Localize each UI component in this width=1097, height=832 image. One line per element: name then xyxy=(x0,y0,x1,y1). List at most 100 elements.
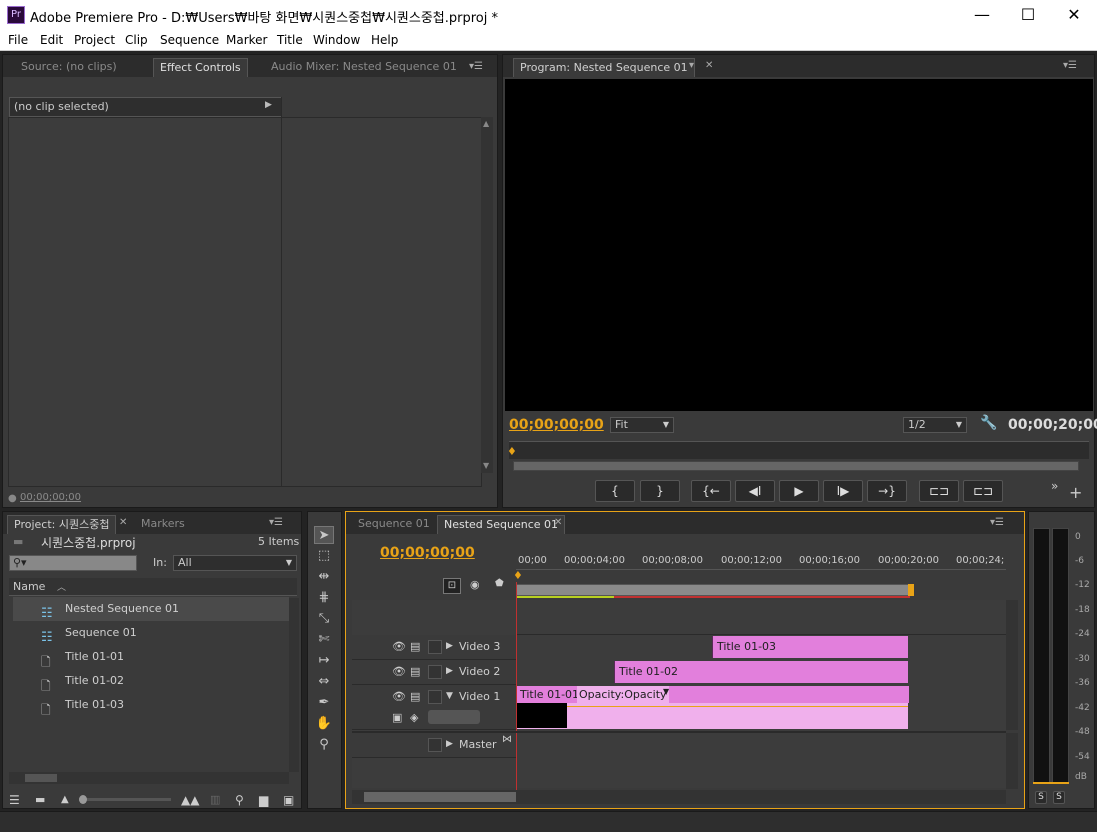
panel-menu-icon[interactable]: ▾☰ xyxy=(269,517,283,528)
project-vertical-scrollbar[interactable] xyxy=(289,598,299,772)
resolution-select[interactable]: 1/2 ▼ xyxy=(903,417,967,433)
close-tab-icon[interactable]: ✕ xyxy=(554,517,562,528)
program-timecode-current[interactable]: 00;00;00;00 xyxy=(509,417,604,433)
wrench-icon[interactable]: 🔧 xyxy=(980,415,997,431)
tab-sequence-01[interactable]: Sequence 01 xyxy=(352,515,436,534)
tab-nested-sequence-01[interactable]: Nested Sequence 01 xyxy=(437,515,566,534)
tab-project[interactable]: Project: 시퀀스중첩 xyxy=(7,515,117,534)
vertical-scrollbar[interactable] xyxy=(481,117,493,473)
panel-menu-icon[interactable]: ▾☰ xyxy=(990,517,1004,528)
video-vertical-scrollbar[interactable] xyxy=(1006,600,1018,730)
rolling-edit-tool-icon[interactable]: ⋕ xyxy=(314,589,334,607)
menu-help[interactable]: Help xyxy=(371,33,398,47)
zoom-slider-handle[interactable] xyxy=(79,795,87,804)
project-item[interactable]: 🗋 Title 01-02 xyxy=(13,669,289,693)
automate-icon[interactable]: ▥ xyxy=(210,793,220,806)
razor-tool-icon[interactable]: ✄ xyxy=(314,631,334,649)
search-input[interactable]: ⚲▾ xyxy=(9,555,137,571)
menu-project[interactable]: Project xyxy=(74,33,115,47)
zoom-out-icon[interactable]: ▲ xyxy=(61,794,69,805)
go-to-out-button[interactable]: →} xyxy=(867,480,907,502)
expand-track-icon[interactable]: ▶ xyxy=(446,641,453,651)
keyframe-icon[interactable]: ◈ xyxy=(410,711,418,724)
chevron-down-icon[interactable]: ▼ xyxy=(663,687,669,696)
maximize-button[interactable]: ☐ xyxy=(1005,0,1051,30)
clip-title-01-02[interactable]: Title 01-02 xyxy=(614,661,908,683)
hand-tool-icon[interactable]: ✋ xyxy=(314,715,334,733)
in-select[interactable]: All ▼ xyxy=(173,555,297,571)
eye-icon[interactable]: 👁 xyxy=(392,665,406,678)
sync-lock-icon[interactable]: ▤ xyxy=(410,665,420,678)
zoom-in-icon[interactable]: ▲▲ xyxy=(181,793,199,807)
pen-tool-icon[interactable]: ✒ xyxy=(314,694,334,712)
scroll-thumb[interactable] xyxy=(25,774,57,782)
more-controls-icon[interactable]: » xyxy=(1051,479,1058,493)
eye-icon[interactable]: 👁 xyxy=(392,640,406,653)
ripple-edit-tool-icon[interactable]: ⇹ xyxy=(314,568,334,586)
play-button[interactable]: ▶ xyxy=(779,480,819,502)
tab-markers[interactable]: Markers xyxy=(135,515,191,534)
project-item[interactable]: ☷ Sequence 01 xyxy=(13,621,289,645)
close-button[interactable]: ✕ xyxy=(1051,0,1097,30)
mark-out-button[interactable]: } xyxy=(640,480,680,502)
sync-lock-icon[interactable]: ▤ xyxy=(410,640,420,653)
clip-title-01-03[interactable]: Title 01-03 xyxy=(712,636,908,658)
project-horizontal-scrollbar[interactable] xyxy=(9,772,289,784)
effect-label[interactable]: Opacity:Opacity xyxy=(577,686,669,703)
menu-marker[interactable]: Marker xyxy=(226,33,267,47)
tab-program[interactable]: Program: Nested Sequence 01 xyxy=(513,58,695,77)
add-button-icon[interactable]: + xyxy=(1069,483,1082,502)
program-time-ruler[interactable] xyxy=(509,441,1089,459)
lock-toggle[interactable] xyxy=(428,738,442,752)
expand-arrow-icon[interactable]: ▶ xyxy=(265,100,272,110)
solo-left-button[interactable]: S xyxy=(1035,791,1047,804)
find-icon[interactable]: ⚲ xyxy=(235,793,244,807)
slide-tool-icon[interactable]: ⇔ xyxy=(314,673,334,691)
timeline-horizontal-scrollbar[interactable] xyxy=(352,790,1006,804)
close-tab-icon[interactable]: ✕ xyxy=(119,517,127,528)
lock-toggle[interactable] xyxy=(428,690,442,704)
scroll-up-icon[interactable]: ▲ xyxy=(483,119,489,128)
tab-audio-mixer[interactable]: Audio Mixer: Nested Sequence 01 xyxy=(265,58,463,77)
menu-sequence[interactable]: Sequence xyxy=(160,33,219,47)
step-forward-button[interactable]: I▶ xyxy=(823,480,863,502)
panel-menu-icon[interactable]: ▾☰ xyxy=(469,61,483,72)
marker-icon[interactable]: ⬟ xyxy=(495,578,504,589)
menu-clip[interactable]: Clip xyxy=(125,33,148,47)
clip-title-01-01[interactable]: Title 01-01 Opacity:Opacity ▼ xyxy=(516,686,909,729)
slip-tool-icon[interactable]: ↦ xyxy=(314,652,334,670)
menu-window[interactable]: Window xyxy=(313,33,360,47)
display-style-icon[interactable]: ▣ xyxy=(392,711,402,724)
collapse-track-icon[interactable]: ▼ xyxy=(446,691,453,701)
sync-lock-icon[interactable]: ▤ xyxy=(410,690,420,703)
go-to-in-button[interactable]: {← xyxy=(691,480,731,502)
project-item[interactable]: 🗋 Title 01-03 xyxy=(13,693,289,717)
timeline-timecode[interactable]: 00;00;00;00 xyxy=(380,545,475,561)
minimize-button[interactable]: — xyxy=(959,0,1005,30)
track-select-tool-icon[interactable]: ⬚ xyxy=(314,547,334,565)
lock-toggle[interactable] xyxy=(428,640,442,654)
snap-icon[interactable]: ⊡ xyxy=(443,578,461,594)
audio-vertical-scrollbar[interactable] xyxy=(1006,733,1018,789)
eye-icon[interactable]: 👁 xyxy=(392,690,406,703)
zoom-scrollbar[interactable] xyxy=(513,461,1079,471)
icon-view-icon[interactable]: ▬ xyxy=(35,793,45,806)
selection-tool-icon[interactable]: ➤ xyxy=(314,526,334,544)
lift-button[interactable]: ⊏⊐ xyxy=(919,480,959,502)
fit-select[interactable]: Fit ▼ xyxy=(610,417,674,433)
zoom-slider[interactable] xyxy=(79,795,171,804)
scroll-thumb[interactable] xyxy=(364,792,516,802)
panel-menu-icon[interactable]: ▾☰ xyxy=(1063,60,1077,71)
opacity-rubberband[interactable] xyxy=(567,706,908,707)
effect-timecode[interactable]: 00;00;00;00 xyxy=(20,492,81,503)
new-item-icon[interactable]: ▣ xyxy=(283,793,294,807)
rate-stretch-tool-icon[interactable]: ⤡ xyxy=(314,610,334,628)
list-view-icon[interactable]: ☰ xyxy=(9,793,20,807)
playhead-icon[interactable]: ♦ xyxy=(513,569,523,582)
new-bin-icon[interactable]: ▆ xyxy=(259,793,268,807)
project-item[interactable]: ☷ Nested Sequence 01 xyxy=(13,597,289,621)
dropdown-icon[interactable]: ▾ xyxy=(689,60,694,71)
expand-track-icon[interactable]: ▶ xyxy=(446,739,453,749)
project-item[interactable]: 🗋 Title 01-01 xyxy=(13,645,289,669)
work-area-end-handle[interactable] xyxy=(908,584,914,596)
